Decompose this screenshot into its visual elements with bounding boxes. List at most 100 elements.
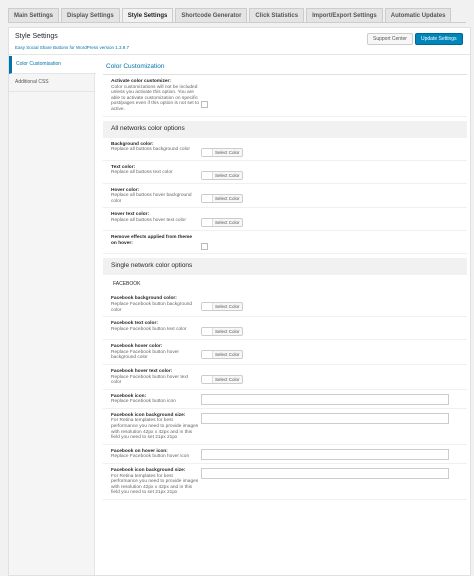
tab-main-settings[interactable]: Main Settings	[8, 8, 60, 23]
section-title: Color Customization	[103, 58, 467, 75]
row-description: Replace all buttons background color	[111, 147, 190, 153]
row-label: Background color: Replace all buttons bac…	[111, 142, 199, 157]
row-control	[199, 468, 449, 496]
row-description: Replace Facebook button icon	[111, 399, 176, 405]
row-label: Hover color: Replace all buttons hover ba…	[111, 188, 199, 205]
tab-display-settings[interactable]: Display Settings	[61, 8, 120, 23]
row-description: Replace all buttons hover background col…	[111, 193, 192, 204]
option-row: Facebook text color: Replace Facebook but…	[103, 317, 467, 341]
tabs-divider	[8, 22, 466, 23]
row-description: Replace Facebook button hover text color	[111, 374, 189, 386]
network-label: FACEBOOK	[113, 281, 141, 288]
color-preview	[202, 171, 213, 179]
row-label: Facebook on hover icon: Replace Facebook …	[111, 449, 199, 460]
color-picker-button[interactable]: Select Color	[201, 302, 243, 312]
facebook-options: Facebook background color: Replace Facebo…	[103, 292, 467, 500]
row-title: Remove effects applied from theme on hov…	[111, 235, 193, 246]
row-label: Facebook hover color: Replace Facebook bu…	[111, 344, 199, 361]
row-control: Select Color	[199, 296, 243, 313]
row-label: Activate color customizer: Color customi…	[111, 79, 199, 113]
tab-shortcode-generator[interactable]: Shortcode Generator	[175, 8, 248, 23]
settings-sidebar: Color Customisation Additional CSS	[9, 56, 96, 575]
row-control	[199, 79, 208, 113]
color-picker-button[interactable]: Select Color	[201, 193, 243, 203]
color-picker-button[interactable]: Select Color	[201, 350, 243, 360]
row-description: Replace Facebook button hover background…	[111, 349, 179, 361]
option-row: Facebook hover text color: Replace Facebo…	[103, 365, 467, 390]
row-control: Select Color	[199, 142, 243, 157]
option-row: Facebook icon: Replace Facebook button ic…	[103, 390, 467, 409]
select-color-label: Select Color	[215, 304, 240, 310]
row-control: Select Color	[199, 321, 243, 337]
settings-panel: Style Settings Easy Social Share Buttons…	[8, 27, 471, 576]
update-settings-button[interactable]: Update Settings	[415, 33, 463, 45]
option-row: Hover text color: Replace all buttons hov…	[103, 208, 467, 232]
color-preview	[202, 351, 213, 359]
row-label: Facebook background color: Replace Facebo…	[111, 296, 199, 313]
row-description: Replace all buttons text color	[111, 170, 173, 176]
option-row: Facebook background color: Replace Facebo…	[103, 292, 467, 318]
row-label: Text color: Replace all buttons text colo…	[111, 165, 199, 180]
row-control: Select Color	[199, 212, 243, 228]
text-input[interactable]	[201, 468, 449, 480]
row-label: Facebook text color: Replace Facebook but…	[111, 321, 199, 336]
row-control: Select Color	[199, 165, 243, 180]
color-picker-button[interactable]: Select Color	[201, 170, 243, 180]
color-picker-button[interactable]: Select Color	[201, 218, 243, 228]
option-row: Text color: Replace all buttons text colo…	[103, 161, 467, 184]
tab-automatic-updates[interactable]: Automatic Updates	[384, 8, 452, 23]
panel-header: Style Settings Easy Social Share Buttons…	[9, 28, 470, 55]
row-label: Remove effects applied from theme on hov…	[111, 235, 199, 250]
select-color-label: Select Color	[215, 352, 240, 358]
color-preview	[202, 328, 213, 336]
sidebar-item-color-customisation[interactable]: Color Customisation	[9, 56, 96, 74]
page-title: Style Settings	[15, 33, 58, 40]
option-checkbox[interactable]	[201, 243, 208, 251]
activate-checkbox[interactable]	[201, 101, 208, 108]
option-row: Facebook icon background size: For Retina…	[103, 409, 467, 445]
all-networks-heading: All networks color options	[103, 120, 467, 138]
row-label: Facebook icon background size: For Retina…	[111, 468, 199, 496]
option-row: Remove effects applied from theme on hov…	[103, 231, 467, 255]
option-row: Hover color: Replace all buttons hover ba…	[103, 184, 467, 209]
text-input[interactable]	[201, 412, 449, 424]
activate-row: Activate color customizer: Color customi…	[103, 75, 467, 117]
select-color-label: Select Color	[215, 172, 240, 178]
settings-content: Color Customization Activate color custo…	[103, 58, 467, 500]
select-color-label: Select Color	[215, 329, 240, 335]
color-preview	[202, 194, 213, 202]
option-row: Facebook on hover icon: Replace Facebook …	[103, 445, 467, 465]
all-networks-options: Background color: Replace all buttons bac…	[103, 138, 467, 255]
select-color-label: Select Color	[215, 220, 240, 226]
row-control: Select Color	[199, 188, 243, 205]
select-color-label: Select Color	[215, 376, 240, 382]
support-center-button[interactable]: Support Center	[367, 33, 413, 45]
color-picker-button[interactable]: Select Color	[201, 327, 243, 337]
color-picker-button[interactable]: Select Color	[201, 374, 243, 384]
row-control	[199, 448, 449, 460]
row-label: Facebook icon background size: For Retina…	[111, 413, 199, 441]
text-input[interactable]	[201, 393, 449, 405]
sidebar-item-additional-css[interactable]: Additional CSS	[9, 74, 94, 92]
row-label: Facebook icon: Replace Facebook button ic…	[111, 394, 199, 405]
option-row: Background color: Replace all buttons bac…	[103, 138, 467, 161]
settings-tabs: Main Settings Display Settings Style Setti…	[8, 8, 453, 23]
row-description: Replace Facebook button hover icon	[111, 454, 190, 460]
tab-click-statistics[interactable]: Click Statistics	[249, 8, 305, 23]
row-description: For Retina templates for best performanc…	[111, 418, 199, 441]
color-picker-button[interactable]: Select Color	[201, 147, 243, 157]
plugin-version: Easy Social Share Buttons for WordPress …	[15, 45, 129, 50]
row-description: For Retina templates for best performanc…	[111, 473, 199, 496]
color-preview	[202, 375, 213, 383]
single-network-heading: Single network color options	[103, 258, 467, 276]
row-label: Hover text color: Replace all buttons hov…	[111, 212, 199, 227]
row-control: Select Color	[199, 369, 243, 386]
row-description: Replace Facebook button text color	[111, 326, 187, 332]
color-preview	[202, 303, 213, 311]
color-preview	[202, 219, 213, 227]
tab-style-settings[interactable]: Style Settings	[121, 8, 174, 23]
row-description: Color customizations will not be include…	[111, 84, 199, 112]
row-control	[199, 412, 449, 441]
text-input[interactable]	[201, 448, 449, 460]
tab-import-export-settings[interactable]: Import/Export Settings	[306, 8, 383, 23]
